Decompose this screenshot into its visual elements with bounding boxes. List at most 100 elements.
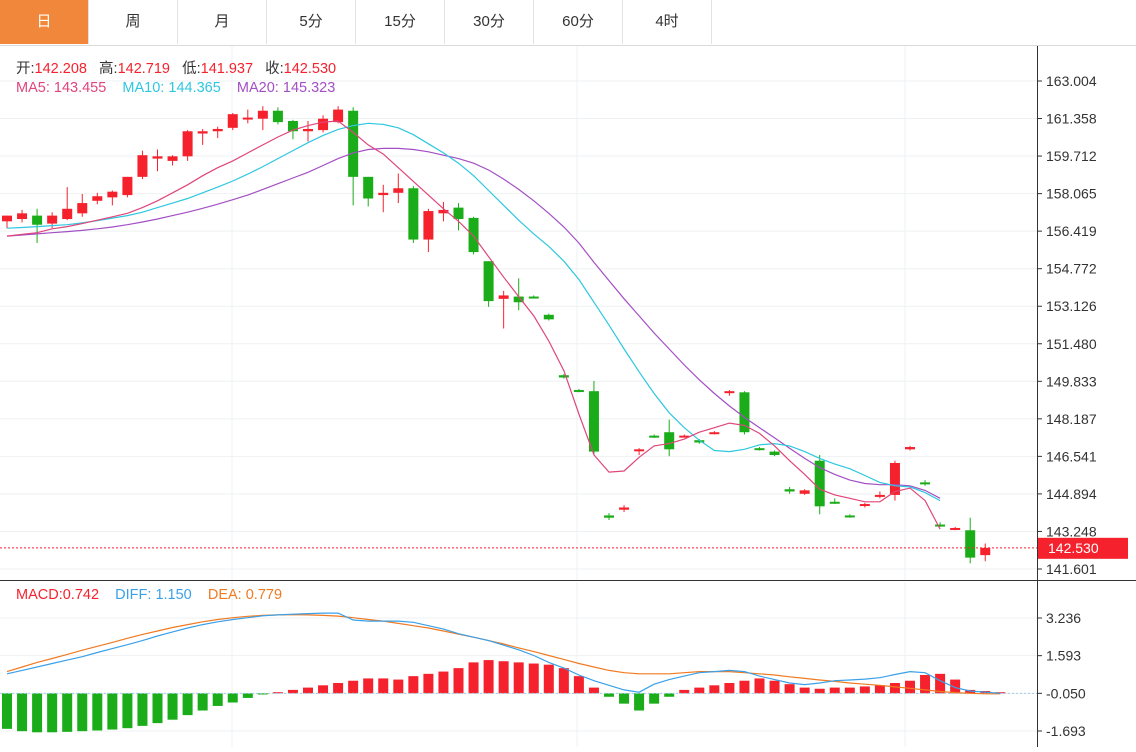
- kline-chart[interactable]: 142.530 163.004 161.358 159.712 158.065 156.4…: [0, 46, 1136, 747]
- candle: [543, 313, 554, 321]
- macd-bar: [558, 668, 569, 694]
- tab-60min[interactable]: 60分: [534, 0, 623, 44]
- candle-body: [588, 391, 599, 452]
- macd-bar: [573, 676, 584, 694]
- candle: [905, 445, 915, 451]
- macd-bar: [212, 693, 223, 706]
- price-tick-label: 159.712: [1046, 148, 1097, 164]
- macd-label: MACD:: [16, 587, 63, 603]
- candle: [378, 184, 389, 213]
- open-label: 开:: [16, 61, 35, 77]
- low-label: 低:: [182, 61, 201, 77]
- candle-body: [137, 155, 148, 177]
- tab-30min[interactable]: 30分: [445, 0, 534, 44]
- candle-body: [905, 447, 915, 450]
- tab-15min[interactable]: 15分: [356, 0, 445, 44]
- candle: [348, 107, 359, 206]
- candle: [257, 106, 268, 131]
- tab-week[interactable]: 周: [89, 0, 178, 44]
- diff-value: 1.150: [155, 587, 192, 603]
- candle-body: [528, 296, 539, 299]
- ma10-value: 144.365: [168, 80, 221, 96]
- close-value: 142.530: [283, 61, 337, 77]
- candle: [242, 109, 253, 124]
- macd-bar: [303, 687, 313, 694]
- last-price-label: 142.530: [1048, 540, 1099, 556]
- price-tick-label: 149.833: [1046, 373, 1097, 389]
- candle-body: [408, 188, 419, 240]
- candle: [950, 526, 961, 531]
- macd-bar: [348, 680, 359, 694]
- ma5-value: 143.455: [53, 80, 107, 96]
- candle-body: [920, 482, 931, 485]
- grid: [0, 46, 1037, 747]
- candle: [528, 295, 539, 299]
- chart-area[interactable]: 142.530 163.004 161.358 159.712 158.065 156.4…: [0, 46, 1136, 747]
- macd-bar: [754, 678, 765, 694]
- candle: [453, 203, 464, 231]
- macd-bar: [287, 689, 298, 694]
- candle-body: [47, 215, 58, 224]
- macd-bar: [62, 693, 73, 732]
- macd-bar: [784, 684, 795, 694]
- candle: [965, 517, 976, 564]
- candle-body: [739, 392, 750, 433]
- macd-bar: [739, 680, 750, 694]
- macd-bar: [77, 693, 88, 732]
- macd-bar: [182, 693, 193, 716]
- macd-bar: [859, 686, 870, 694]
- macd-bar: [543, 664, 554, 694]
- candle: [212, 126, 223, 139]
- close-label: 收:: [265, 61, 284, 77]
- candle-body: [212, 128, 223, 132]
- candle-body: [62, 208, 73, 220]
- candle: [393, 173, 404, 204]
- macd-bar: [423, 673, 434, 694]
- ma-readout: MA5: 143.455 MA10: 144.365 MA20: 145.323: [16, 80, 335, 96]
- macd-bar: [844, 687, 855, 694]
- macd-bar: [709, 685, 720, 694]
- candle-body: [303, 128, 313, 132]
- candle-body: [378, 192, 389, 196]
- macd-bar: [769, 680, 780, 694]
- candle: [769, 450, 780, 457]
- macd-bar: [152, 693, 163, 724]
- ma20-line: [6, 147, 941, 499]
- macd-bar: [227, 693, 238, 703]
- candle: [167, 155, 178, 166]
- candle-body: [604, 515, 614, 518]
- candle-body: [363, 176, 374, 199]
- macd-bar: [935, 673, 946, 694]
- candle: [709, 431, 720, 435]
- macd-bar: [47, 693, 58, 733]
- dea-label: DEA:: [207, 587, 242, 603]
- price-tick-label: 151.480: [1046, 336, 1097, 352]
- candle-body: [483, 261, 494, 302]
- candle-body: [754, 448, 765, 451]
- tab-4hour[interactable]: 4时: [623, 0, 712, 44]
- candle: [62, 187, 73, 221]
- macd-bar: [724, 683, 735, 694]
- macd-bar: [679, 689, 690, 694]
- macd-bar: [649, 693, 660, 704]
- candle: [152, 149, 163, 172]
- candle-body: [859, 504, 870, 507]
- macd-bar: [318, 685, 329, 694]
- candle-body: [318, 118, 329, 131]
- tab-day[interactable]: 日: [0, 0, 89, 44]
- candle: [814, 455, 825, 515]
- candle-body: [152, 156, 163, 159]
- candle-body: [634, 449, 645, 452]
- tab-5min[interactable]: 5分: [267, 0, 356, 44]
- candle: [784, 486, 795, 494]
- candle-body: [182, 131, 193, 157]
- candle-body: [950, 527, 961, 530]
- candle-body: [348, 110, 359, 177]
- candle-body: [829, 501, 840, 504]
- candle: [739, 391, 750, 435]
- tab-month[interactable]: 月: [178, 0, 267, 44]
- dea-value: 0.779: [245, 587, 283, 603]
- candle-body: [17, 213, 28, 220]
- macd-bar: [363, 678, 374, 694]
- macd-bar: [32, 693, 43, 733]
